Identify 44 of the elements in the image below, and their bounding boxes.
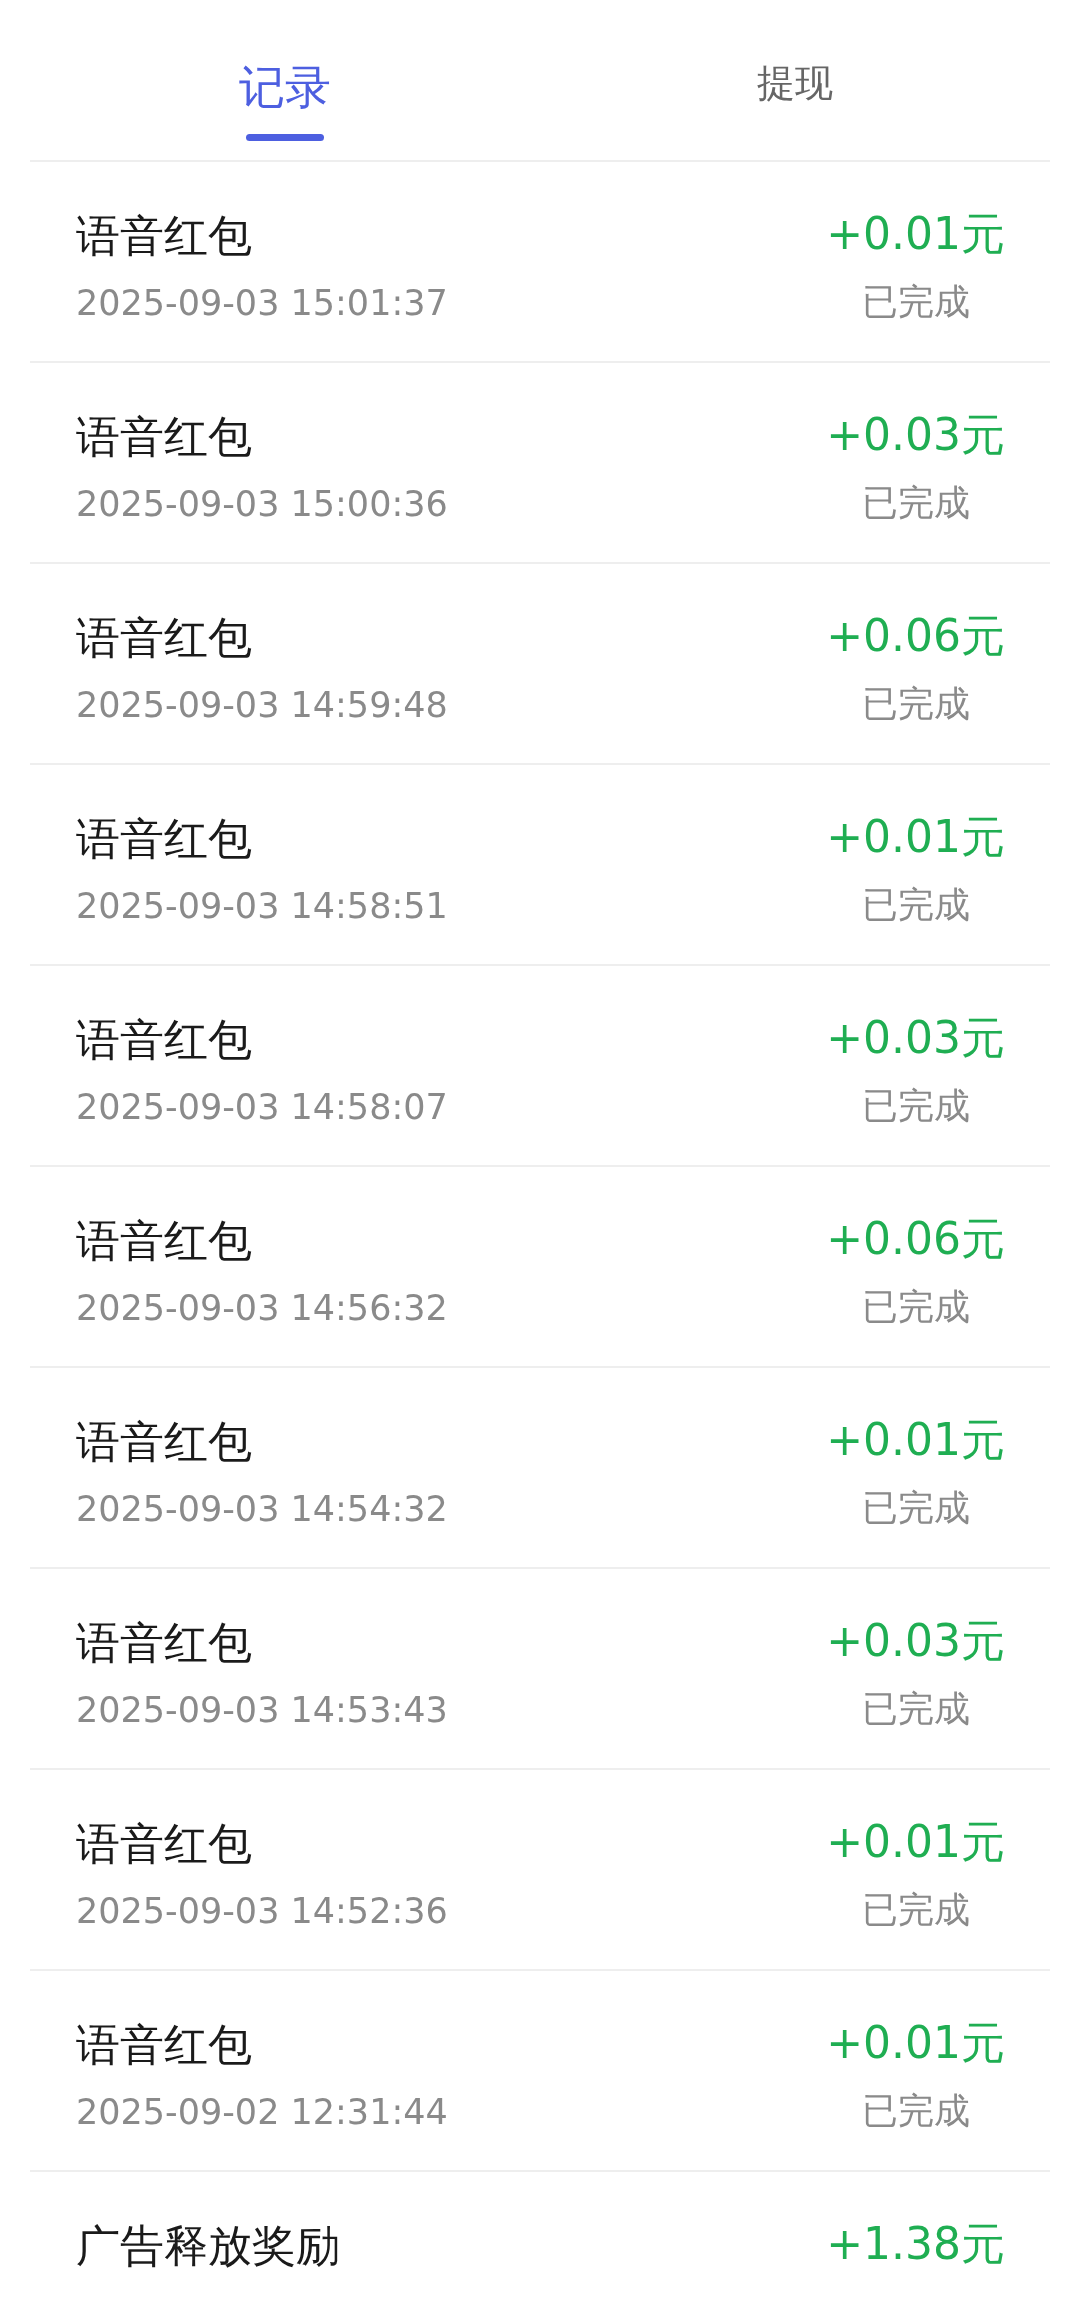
record-title: 语音红包 — [76, 616, 253, 660]
record-amount: +0.03元 — [826, 1016, 1005, 1060]
record-amount: +0.06元 — [826, 614, 1005, 658]
record-status: 已完成 — [861, 1892, 970, 1928]
tab[interactable]: 提现 — [756, 0, 834, 160]
record-amount: +1.38元 — [826, 2222, 1005, 2266]
record-title: 语音红包 — [76, 1621, 253, 1665]
tab[interactable]: 记录 — [239, 0, 331, 160]
record-time: 2025-09-03 15:00:36 — [76, 487, 448, 522]
record-title: 语音红包 — [76, 214, 253, 258]
record-status: 已完成 — [861, 887, 970, 923]
record-title: 语音红包 — [76, 1822, 253, 1866]
record-title: 语音红包 — [76, 1219, 253, 1263]
record-status: 已完成 — [861, 1088, 970, 1124]
record-title: 语音红包 — [76, 817, 253, 861]
record-amount: +0.01元 — [826, 212, 1005, 256]
record-status: 已完成 — [861, 1490, 970, 1526]
record-title: 语音红包 — [76, 1420, 253, 1464]
record-title: 语音红包 — [76, 415, 253, 459]
record-time: 2025-09-03 14:52:36 — [76, 1894, 448, 1929]
record-status: 已完成 — [861, 1289, 970, 1325]
record-status: 已完成 — [861, 1691, 970, 1727]
record-title: 语音红包 — [76, 1018, 253, 1062]
record-time: 2025-09-03 14:53:43 — [76, 1693, 448, 1728]
record-time: 2025-09-03 14:58:07 — [76, 1090, 448, 1125]
record-status: 已完成 — [861, 485, 970, 521]
record-status: 已完成 — [861, 284, 970, 320]
record-time: 2025-09-03 14:56:32 — [76, 1291, 448, 1326]
record-time: 2025-09-03 14:54:32 — [76, 1492, 448, 1527]
record-status: 已完成 — [861, 686, 970, 722]
record-amount: +0.03元 — [826, 1619, 1005, 1663]
record-time: 2025-09-03 14:58:51 — [76, 889, 448, 924]
record-amount: +0.06元 — [826, 1217, 1005, 1261]
record-amount: +0.01元 — [826, 2021, 1005, 2065]
record-status: 已完成 — [861, 2093, 970, 2129]
record-time: 2025-09-03 14:59:48 — [76, 688, 448, 723]
record-title: 语音红包 — [76, 2023, 253, 2067]
record-title: 广告释放奖励 — [76, 2224, 340, 2268]
record-amount: +0.03元 — [826, 413, 1005, 457]
record-amount: +0.01元 — [826, 815, 1005, 859]
record-time: 2025-09-03 15:01:37 — [76, 286, 448, 321]
record-amount: +0.01元 — [826, 1418, 1005, 1462]
record-time: 2025-09-02 12:31:44 — [76, 2095, 448, 2130]
record-amount: +0.01元 — [826, 1820, 1005, 1864]
